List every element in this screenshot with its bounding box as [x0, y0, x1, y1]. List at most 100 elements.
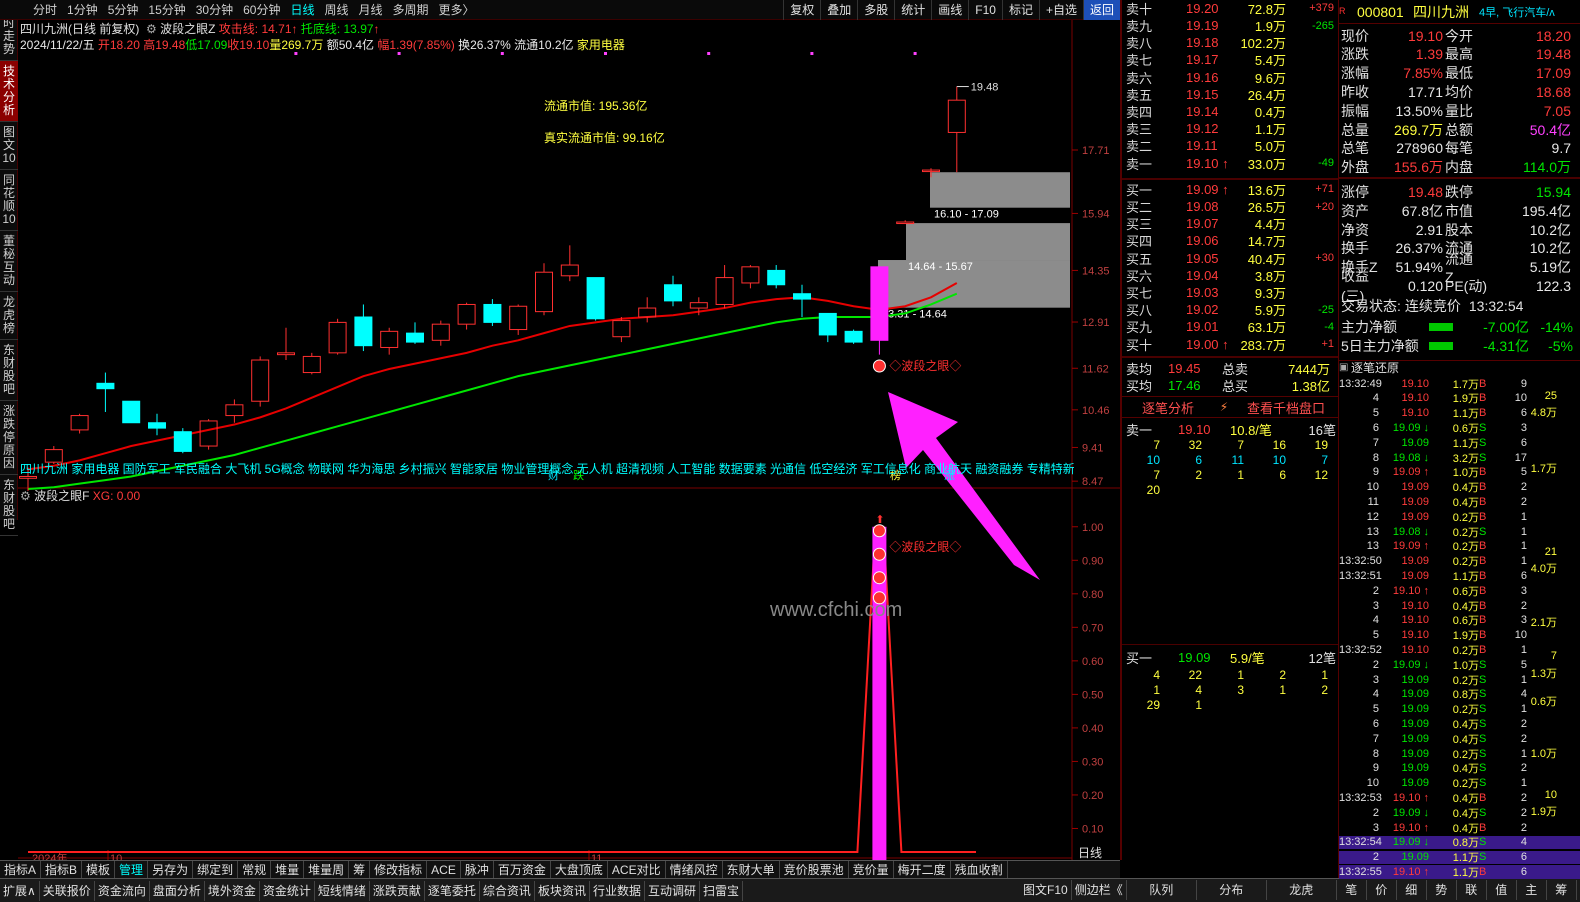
indicator-tab-9[interactable]: 筹 [349, 861, 371, 878]
toolbar-button-7[interactable]: +自选 [1038, 0, 1083, 20]
indicator-tab-15[interactable]: ACE对比 [608, 861, 666, 878]
period-6[interactable]: 日线 [285, 0, 319, 20]
indicator-tab-1[interactable]: 指标B [41, 861, 83, 878]
status-right-12[interactable]: 筹 [1547, 880, 1577, 900]
sub-indicator-name[interactable]: 波段之眼F [34, 489, 89, 503]
period-4[interactable]: 30分钟 [191, 0, 238, 20]
indicator-tab-0[interactable]: 指标A [0, 861, 42, 878]
book-row[interactable]: 买七 19.03 9.3万 [1126, 284, 1338, 301]
book-row[interactable]: 买一 19.09 ↑ 13.6万 +71 [1126, 181, 1338, 198]
book-row[interactable]: 买九 19.01 63.1万 -4 [1126, 319, 1338, 335]
book-row[interactable]: 卖九 19.19 1.9万 -265 [1126, 17, 1338, 34]
status-right-11[interactable]: 主 [1517, 880, 1547, 900]
book-row[interactable]: 卖七 19.17 5.4万 [1126, 52, 1338, 68]
book-row[interactable]: 卖三 19.12 1.1万 [1126, 120, 1338, 137]
left-tab-8[interactable]: 东财股吧 [0, 475, 18, 536]
toolbar-button-5[interactable]: F10 [968, 0, 1002, 20]
period-0[interactable]: 分时 [28, 0, 62, 20]
left-tab-4[interactable]: 董秘互动 [0, 231, 18, 292]
ticker-scroll[interactable]: 4早, 飞行汽车/ʌ [1479, 4, 1579, 20]
toolbar-button-0[interactable]: 复权 [783, 0, 820, 20]
settings-icon[interactable]: ⚙ [20, 489, 31, 503]
indicator-tab-6[interactable]: 常规 [238, 861, 272, 878]
book-row[interactable]: 买二 19.08 26.5万 +20 [1126, 198, 1338, 215]
period-2[interactable]: 5分钟 [103, 0, 144, 20]
status-right-7[interactable]: 细 [1397, 880, 1427, 900]
book-row[interactable]: 卖五 19.15 26.4万 [1126, 86, 1338, 103]
indicator-tab-3[interactable]: 管理 [115, 861, 149, 878]
toolbar-button-3[interactable]: 统计 [894, 0, 931, 20]
period-1[interactable]: 1分钟 [62, 0, 103, 20]
indicator-tab-16[interactable]: 情绪风控 [666, 861, 723, 878]
period-8[interactable]: 月线 [354, 0, 388, 20]
period-7[interactable]: 周线 [319, 0, 353, 20]
toolbar-button-6[interactable]: 标记 [1001, 0, 1039, 20]
status-item-3[interactable]: 盘面分析 [150, 880, 205, 901]
book-row[interactable]: 买四 19.06 14.7万 [1126, 233, 1338, 249]
toolbar-button-1[interactable]: 叠加 [820, 0, 857, 20]
book-row[interactable]: 买十 19.00 ↑ 283.7万 +1 [1126, 336, 1338, 353]
indicator-tab-5[interactable]: 绑定到 [193, 861, 239, 878]
indicator-tab-14[interactable]: 大盘顶底 [551, 861, 608, 878]
status-item-7[interactable]: 涨跌贡献 [370, 880, 425, 901]
status-item-0[interactable]: 扩展∧ [0, 880, 40, 901]
indicator-tab-12[interactable]: 脉冲 [461, 861, 494, 878]
period-10[interactable]: 更多〉 [434, 0, 480, 20]
indicator-tab-13[interactable]: 百万资金 [494, 861, 551, 878]
toolbar-button-8[interactable]: 返回 [1082, 0, 1120, 20]
collapse-icon[interactable]: ▣ [1339, 362, 1351, 373]
book-row[interactable]: 卖八 19.18 102.2万 [1126, 34, 1338, 51]
status-item-4[interactable]: 境外资金 [205, 880, 260, 901]
indicator-tab-7[interactable]: 堆量 [271, 861, 305, 878]
status-item-8[interactable]: 逐笔委托 [425, 880, 480, 901]
concept-tags[interactable]: 四川九洲 家用电器 国防军工 军民融合 大飞机 5G概念 物联网 华为海思 乡村… [20, 460, 1074, 477]
tick-analysis-tab[interactable]: 逐笔分析 [1122, 398, 1214, 417]
indicator-tab-19[interactable]: 竞价量 [849, 861, 894, 878]
book-row[interactable]: 卖六 19.16 9.6万 [1126, 69, 1338, 86]
period-9[interactable]: 多周期 [388, 0, 434, 20]
book-row[interactable]: 买六 19.04 3.8万 [1126, 267, 1338, 284]
left-tab-3[interactable]: 同花顺10 [0, 170, 18, 231]
status-item-13[interactable]: 扫雷宝 [700, 880, 743, 901]
status-item-2[interactable]: 资金流向 [95, 880, 150, 901]
status-right-10[interactable]: 值 [1487, 880, 1517, 900]
status-right-2[interactable]: 队列 [1127, 880, 1197, 900]
book-row[interactable]: 卖四 19.14 0.4万 [1126, 103, 1338, 120]
book-row[interactable]: 买五 19.05 40.4万 +30 [1126, 250, 1338, 267]
book-row[interactable]: 买八 19.02 5.9万 -25 [1126, 301, 1338, 318]
status-item-1[interactable]: 关联报价 [40, 880, 95, 901]
indicator-tab-8[interactable]: 堆量周 [304, 861, 350, 878]
indicator-tab-2[interactable]: 模板 [82, 861, 116, 878]
left-tab-2[interactable]: 图文10 [0, 122, 18, 170]
indicator-tab-17[interactable]: 东财大单 [723, 861, 780, 878]
status-right-5[interactable]: 笔 [1337, 880, 1367, 900]
status-item-5[interactable]: 资金统计 [260, 880, 315, 901]
toolbar-button-4[interactable]: 画线 [931, 0, 968, 20]
left-tab-7[interactable]: 涨跌停原因 [0, 401, 18, 475]
period-5[interactable]: 60分钟 [238, 0, 285, 20]
status-right-3[interactable]: 分布 [1197, 880, 1267, 900]
indicator-tab-4[interactable]: 另存为 [148, 861, 194, 878]
book-row[interactable]: 买三 19.07 4.4万 [1126, 215, 1338, 232]
status-item-10[interactable]: 板块资讯 [535, 880, 590, 901]
status-item-9[interactable]: 综合资讯 [480, 880, 535, 901]
status-right-9[interactable]: 联 [1457, 880, 1487, 900]
status-right-4[interactable]: 龙虎 [1267, 880, 1337, 900]
status-right-0[interactable]: 图文F10 [1020, 880, 1072, 900]
book-row[interactable]: 卖一 19.10 ↑ 33.0万 -49 [1126, 155, 1338, 172]
kline-chart[interactable]: 8.47 9.41 10.46 11.62 12.91 14.35 15.94 17.71 16… [18, 20, 1120, 860]
status-right-6[interactable]: 价 [1367, 880, 1397, 900]
status-right-8[interactable]: 势 [1427, 880, 1457, 900]
indicator-tab-10[interactable]: 修改指标 [370, 861, 428, 878]
indicator-tab-21[interactable]: 残血收割 [951, 861, 1008, 878]
indicator-tab-18[interactable]: 竞价股票池 [780, 861, 849, 878]
left-tab-6[interactable]: 东财股吧 [0, 340, 18, 401]
left-tab-5[interactable]: 龙虎榜 [0, 292, 18, 340]
toolbar-button-2[interactable]: 多股 [857, 0, 894, 20]
left-tab-1[interactable]: 技术分析 [0, 61, 18, 122]
status-item-11[interactable]: 行业数据 [590, 880, 645, 901]
status-right-1[interactable]: 侧边栏《 [1072, 880, 1127, 900]
status-item-12[interactable]: 互动调研 [645, 880, 700, 901]
book-row[interactable]: 卖二 19.11 5.0万 [1126, 138, 1338, 154]
indicator-tab-20[interactable]: 梅开二度 [894, 861, 951, 878]
